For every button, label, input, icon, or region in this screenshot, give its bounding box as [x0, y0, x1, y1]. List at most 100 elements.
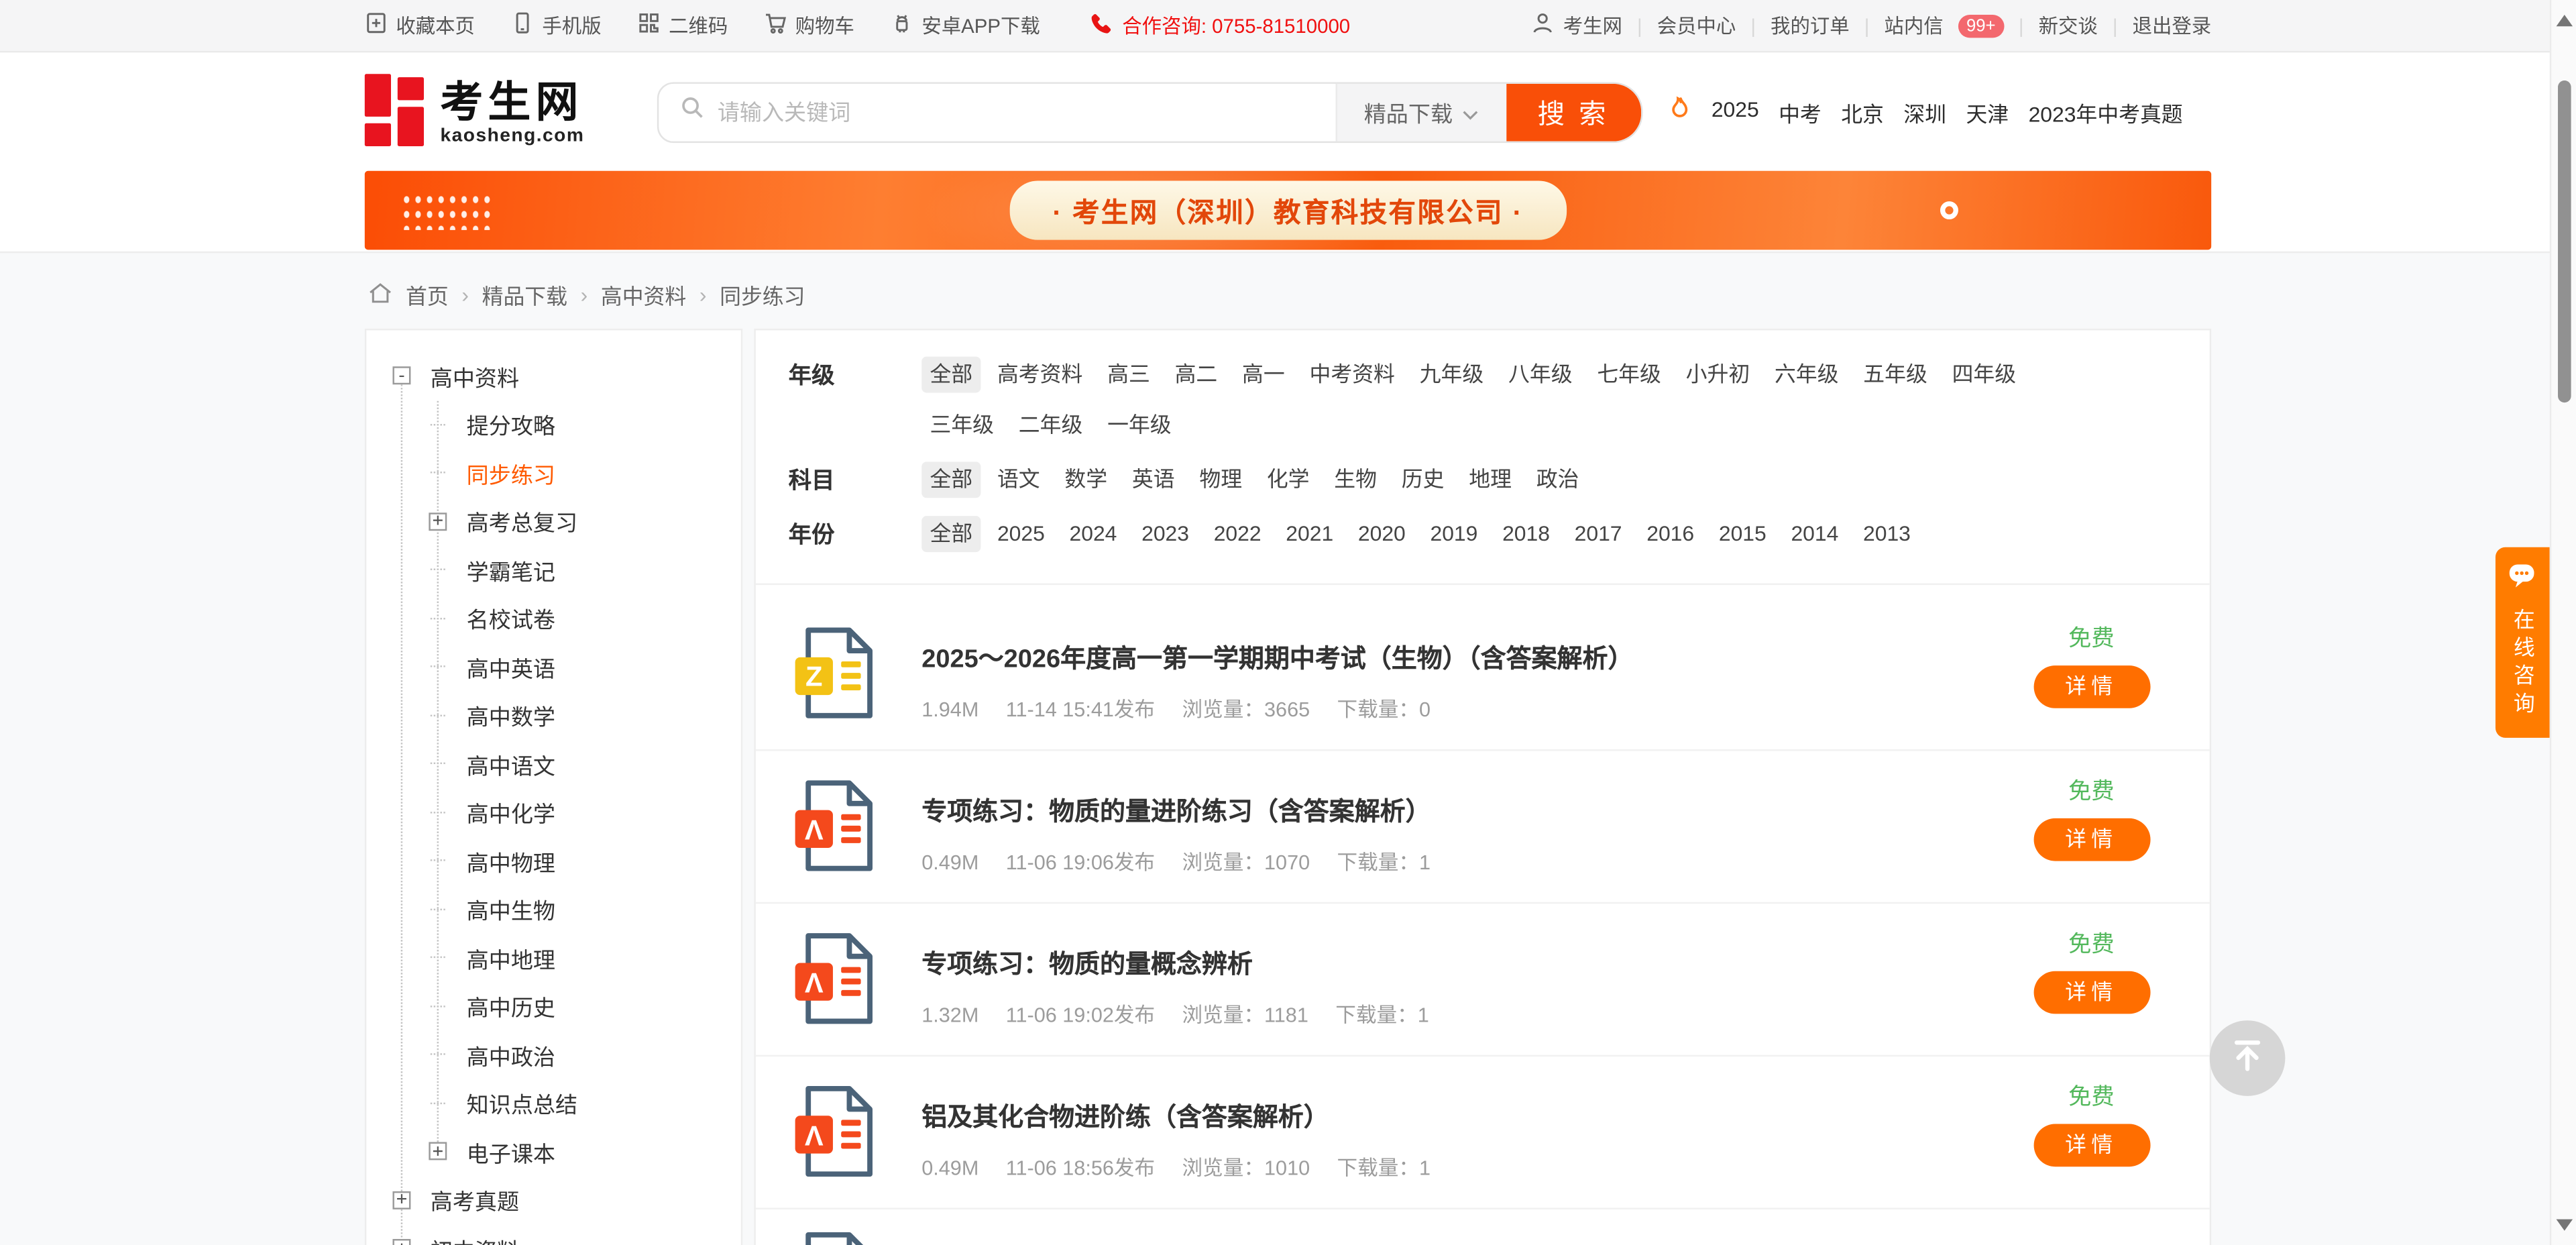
filter-option[interactable]: 2025: [989, 516, 1053, 552]
sidebar-item[interactable]: 高考真题: [392, 1176, 728, 1224]
scrollbar-up-arrow[interactable]: [2557, 15, 2573, 26]
filter-option[interactable]: 五年级: [1855, 357, 1936, 393]
search-category-dropdown[interactable]: 精品下载: [1335, 83, 1506, 141]
my-orders-link[interactable]: 我的订单: [1771, 11, 1850, 40]
detail-button[interactable]: 详情: [2033, 665, 2149, 708]
hot-link[interactable]: 中考: [1779, 96, 1822, 127]
filter-option[interactable]: 2018: [1494, 516, 1558, 552]
tree-node-toggle[interactable]: [429, 617, 457, 618]
tree-node-toggle[interactable]: [429, 1006, 457, 1007]
filter-option[interactable]: 高一: [1234, 357, 1293, 393]
filter-option[interactable]: 生物: [1326, 462, 1385, 498]
filter-option[interactable]: 全部: [921, 357, 981, 393]
sidebar-item[interactable]: 知识点总结: [429, 1079, 728, 1127]
scrollbar-down-arrow[interactable]: [2557, 1220, 2573, 1231]
online-consult-button[interactable]: 在线咨询: [2496, 547, 2550, 738]
filter-option[interactable]: 七年级: [1589, 357, 1669, 393]
tree-node-toggle[interactable]: [429, 666, 457, 667]
filter-option[interactable]: 二年级: [1011, 408, 1091, 444]
sidebar-item[interactable]: 高中政治: [429, 1030, 728, 1079]
sidebar-item[interactable]: 高中数学: [429, 691, 728, 739]
bookmark-page-link[interactable]: 收藏本页: [365, 11, 475, 40]
search-button[interactable]: 搜 索: [1506, 83, 1641, 141]
filter-option[interactable]: 2019: [1422, 516, 1486, 552]
sidebar-item[interactable]: 高中语文: [429, 739, 728, 788]
filter-option[interactable]: 物理: [1191, 462, 1250, 498]
resource-title-link[interactable]: 专项练习：物质的量进阶练习（含答案解析）: [921, 792, 1452, 828]
sidebar-item[interactable]: 学霸笔记: [429, 545, 728, 594]
sidebar-item-root[interactable]: 高中资料: [392, 351, 728, 400]
back-to-top-button[interactable]: [2210, 1020, 2286, 1096]
breadcrumb-downloads[interactable]: 精品下载: [482, 279, 567, 311]
filter-option[interactable]: 小升初: [1677, 357, 1758, 393]
filter-option[interactable]: 一年级: [1099, 408, 1180, 444]
filter-option[interactable]: 化学: [1259, 462, 1318, 498]
sidebar-item[interactable]: 初中资料: [392, 1224, 728, 1245]
filter-option[interactable]: 2023: [1133, 516, 1197, 552]
tree-node-toggle[interactable]: [429, 811, 457, 812]
resource-title-link[interactable]: 铝及其化合物进阶练（含答案解析）: [921, 1097, 1452, 1134]
tree-node-toggle[interactable]: [429, 860, 457, 861]
hot-link[interactable]: 深圳: [1903, 96, 1946, 127]
filter-option[interactable]: 数学: [1056, 462, 1115, 498]
sidebar-item[interactable]: 高中历史: [429, 982, 728, 1030]
sidebar-item[interactable]: 名校试卷: [429, 594, 728, 643]
tree-node-toggle[interactable]: [429, 423, 457, 425]
hot-link[interactable]: 2023年中考真题: [2029, 96, 2183, 127]
username-link[interactable]: 考生网: [1532, 11, 1622, 40]
tree-node-toggle[interactable]: [429, 957, 457, 958]
tree-node-toggle[interactable]: [429, 1142, 457, 1160]
breadcrumb-highschool[interactable]: 高中资料: [601, 279, 686, 311]
new-chat-link[interactable]: 新交谈: [2039, 11, 2098, 40]
filter-option[interactable]: 语文: [989, 462, 1048, 498]
sidebar-item[interactable]: 高中英语: [429, 643, 728, 691]
logout-link[interactable]: 退出登录: [2133, 11, 2212, 40]
filter-option[interactable]: 2024: [1061, 516, 1125, 552]
detail-button[interactable]: 详情: [2033, 1124, 2149, 1167]
sidebar-item[interactable]: 高中物理: [429, 836, 728, 885]
filter-option[interactable]: 中考资料: [1301, 357, 1403, 393]
detail-button[interactable]: 详情: [2033, 971, 2149, 1014]
filter-option[interactable]: 高三: [1099, 357, 1158, 393]
promo-banner[interactable]: · 考生网（深圳）教育科技有限公司 ·: [365, 171, 2211, 250]
filter-option[interactable]: 2021: [1278, 516, 1341, 552]
member-center-link[interactable]: 会员中心: [1657, 11, 1736, 40]
filter-option[interactable]: 地理: [1461, 462, 1520, 498]
tree-collapse-toggle[interactable]: [392, 367, 421, 385]
search-input[interactable]: [718, 99, 1335, 124]
filter-option[interactable]: 英语: [1124, 462, 1183, 498]
filter-option[interactable]: 历史: [1394, 462, 1453, 498]
sidebar-item[interactable]: 提分攻略: [429, 400, 728, 448]
tree-node-toggle[interactable]: [392, 1240, 421, 1245]
scrollbar-thumb[interactable]: [2557, 80, 2571, 402]
breadcrumb-home[interactable]: 首页: [406, 279, 449, 311]
tree-node-toggle[interactable]: [392, 1191, 421, 1209]
filter-option[interactable]: 四年级: [1944, 357, 2024, 393]
filter-option[interactable]: 2014: [1783, 516, 1846, 552]
sidebar-item[interactable]: 高中化学: [429, 788, 728, 836]
hot-link[interactable]: 天津: [1966, 96, 2009, 127]
sidebar-item[interactable]: 电子课本: [429, 1127, 728, 1175]
filter-option[interactable]: 全部: [921, 516, 981, 552]
tree-node-toggle[interactable]: [429, 714, 457, 716]
filter-option[interactable]: 六年级: [1767, 357, 1847, 393]
resource-title-link[interactable]: 2025～2026年度高一第一学期期中考试（生物）（含答案解析）: [921, 639, 1633, 675]
tree-node-toggle[interactable]: [429, 763, 457, 764]
messages-link[interactable]: 站内信 99+: [1884, 11, 2003, 40]
filter-option[interactable]: 九年级: [1411, 357, 1492, 393]
filter-option[interactable]: 八年级: [1500, 357, 1581, 393]
filter-option[interactable]: 高考资料: [989, 357, 1091, 393]
filter-option[interactable]: 高二: [1166, 357, 1225, 393]
filter-option[interactable]: 2016: [1638, 516, 1702, 552]
filter-option[interactable]: 2013: [1855, 516, 1919, 552]
sidebar-item[interactable]: 高考总复习: [429, 497, 728, 545]
tree-node-toggle[interactable]: [429, 569, 457, 570]
sidebar-item[interactable]: 同步练习: [429, 449, 728, 497]
filter-option[interactable]: 2020: [1350, 516, 1414, 552]
hot-link[interactable]: 2025: [1712, 96, 1759, 127]
tree-node-toggle[interactable]: [429, 472, 457, 474]
carousel-indicator[interactable]: [1940, 201, 1958, 219]
qr-code-link[interactable]: 二维码: [638, 11, 728, 40]
mobile-version-link[interactable]: 手机版: [511, 11, 602, 40]
filter-option[interactable]: 2015: [1711, 516, 1775, 552]
